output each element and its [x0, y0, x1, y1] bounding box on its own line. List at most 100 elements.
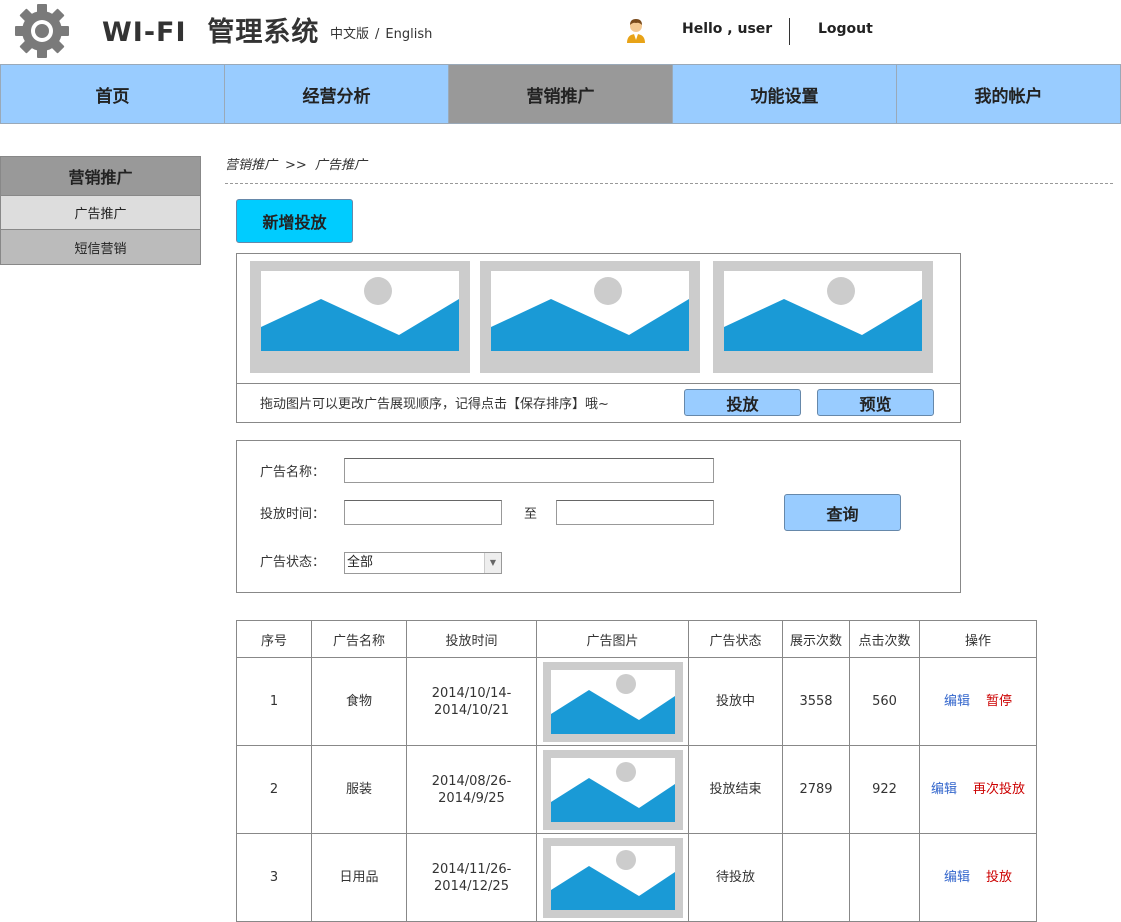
- cell-views: 2789: [782, 745, 850, 834]
- pause-link[interactable]: 暂停: [986, 694, 1012, 709]
- cell-actions: 编辑 投放: [919, 833, 1037, 922]
- edit-link[interactable]: 编辑: [944, 870, 970, 885]
- cell-time: 2014/10/14- 2014/10/21: [406, 657, 537, 746]
- time-to-label: 至: [524, 507, 538, 522]
- chevron-down-icon: ▼: [484, 553, 501, 573]
- breadcrumb-separator: >>: [285, 158, 307, 173]
- republish-link[interactable]: 再次投放: [973, 782, 1025, 797]
- ad-image-thumb[interactable]: [250, 261, 470, 373]
- nav-item-analysis[interactable]: 经营分析: [225, 65, 449, 123]
- col-header: 展示次数: [782, 620, 850, 658]
- ad-image: [542, 837, 683, 918]
- cell-clicks: 560: [849, 657, 920, 746]
- gear-logo-icon: [15, 4, 69, 58]
- table-row: 1 食物 2014/10/14- 2014/10/21 投放中 3558 560 …: [236, 657, 1037, 746]
- cell-time: 2014/08/26- 2014/9/25: [406, 745, 537, 834]
- publish-button[interactable]: 投放: [684, 389, 801, 416]
- query-button[interactable]: 查询: [784, 494, 901, 531]
- nav-item-marketing[interactable]: 营销推广: [449, 65, 673, 123]
- cell-image: [536, 657, 689, 746]
- breadcrumb-parent[interactable]: 营销推广: [225, 158, 277, 173]
- breadcrumb: 营销推广 >> 广告推广: [225, 154, 367, 173]
- ad-image: [542, 661, 683, 742]
- cell-actions: 编辑 暂停: [919, 657, 1037, 746]
- cell-views: [782, 833, 850, 922]
- nav-item-label: 经营分析: [302, 86, 371, 107]
- sidebar: 营销推广 广告推广 短信营销: [0, 156, 201, 265]
- ad-name-input[interactable]: [344, 458, 714, 483]
- image-placeholder-icon: [491, 271, 689, 351]
- cell-clicks: [849, 833, 920, 922]
- user-greeting: Hello , user: [682, 21, 773, 37]
- time-end: 2014/9/25: [438, 790, 505, 806]
- nav-item-label: 首页: [95, 86, 130, 107]
- language-switcher: 中文版 / English: [330, 23, 432, 42]
- nav-item-home[interactable]: 首页: [1, 65, 225, 123]
- cell-name: 食物: [311, 657, 407, 746]
- header: WI-FI 管理系统 中文版 / English Hello , user Logo…: [0, 0, 1121, 64]
- cell-status: 投放中: [688, 657, 783, 746]
- header-divider: [789, 18, 790, 45]
- table-header-row: 序号 广告名称 投放时间 广告图片 广告状态 展示次数 点击次数 操作: [236, 620, 1037, 658]
- cell-no: 2: [236, 745, 312, 834]
- ad-image-panel: 拖动图片可以更改广告展现顺序，记得点击【保存排序】哦~ 投放 预览: [236, 253, 961, 423]
- image-placeholder-icon: [550, 845, 675, 910]
- cell-name: 日用品: [311, 833, 407, 922]
- table-row: 3 日用品 2014/11/26- 2014/12/25 待投放 编辑 投放: [236, 833, 1037, 922]
- time-label: 投放时间：: [260, 507, 326, 522]
- lang-english-link[interactable]: English: [385, 27, 432, 42]
- ad-image: [542, 749, 683, 830]
- sidebar-item-label: 广告推广: [74, 207, 127, 222]
- time-start: 2014/10/14-: [431, 685, 512, 701]
- lang-chinese-link[interactable]: 中文版: [330, 27, 369, 42]
- ad-name-label: 广告名称：: [260, 465, 326, 480]
- col-header: 广告名称: [311, 620, 407, 658]
- cell-clicks: 922: [849, 745, 920, 834]
- col-header: 广告状态: [688, 620, 783, 658]
- breadcrumb-current: 广告推广: [314, 158, 367, 173]
- cell-status: 待投放: [688, 833, 783, 922]
- ad-table: 序号 广告名称 投放时间 广告图片 广告状态 展示次数 点击次数 操作 1 食物…: [236, 620, 1037, 922]
- status-select-value: 全部: [347, 555, 374, 570]
- cell-image: [536, 833, 689, 922]
- image-placeholder-icon: [550, 669, 675, 734]
- panel-divider: [237, 383, 960, 384]
- user-avatar-icon: [627, 19, 645, 43]
- nav-item-account[interactable]: 我的帐户: [897, 65, 1120, 123]
- main-nav: 首页 经营分析 营销推广 功能设置 我的帐户: [0, 64, 1121, 124]
- image-placeholder-icon: [724, 271, 922, 351]
- app-title: WI-FI 管理系统: [102, 17, 320, 48]
- cell-actions: 编辑 再次投放: [919, 745, 1037, 834]
- image-placeholder-icon: [550, 757, 675, 822]
- preview-button[interactable]: 预览: [817, 389, 934, 416]
- logout-link[interactable]: Logout: [818, 21, 873, 37]
- time-to-input[interactable]: [556, 500, 714, 525]
- nav-item-settings[interactable]: 功能设置: [673, 65, 897, 123]
- add-placement-button[interactable]: 新增投放: [236, 199, 353, 243]
- cell-name: 服装: [311, 745, 407, 834]
- time-end: 2014/12/25: [434, 878, 509, 894]
- ad-image-thumb[interactable]: [480, 261, 700, 373]
- col-header: 投放时间: [406, 620, 537, 658]
- sidebar-item-ad-promotion[interactable]: 广告推广: [1, 196, 200, 230]
- search-panel: 广告名称： 投放时间： 至 广告状态： 全部 ▼ 查询: [236, 440, 961, 593]
- lang-separator: /: [375, 27, 380, 42]
- nav-item-label: 营销推广: [526, 86, 595, 107]
- status-select[interactable]: 全部 ▼: [344, 552, 502, 574]
- cell-no: 3: [236, 833, 312, 922]
- cell-time: 2014/11/26- 2014/12/25: [406, 833, 537, 922]
- col-header: 广告图片: [536, 620, 689, 658]
- nav-item-label: 功能设置: [750, 86, 819, 107]
- breadcrumb-divider: [225, 183, 1113, 184]
- edit-link[interactable]: 编辑: [944, 694, 970, 709]
- ad-image-thumb[interactable]: [713, 261, 933, 373]
- time-from-input[interactable]: [344, 500, 502, 525]
- time-end: 2014/10/21: [434, 702, 509, 718]
- publish-link[interactable]: 投放: [986, 870, 1012, 885]
- cell-views: 3558: [782, 657, 850, 746]
- sidebar-item-sms-marketing[interactable]: 短信营销: [1, 230, 200, 264]
- nav-item-label: 我的帐户: [974, 86, 1043, 107]
- time-start: 2014/11/26-: [431, 861, 512, 877]
- edit-link[interactable]: 编辑: [931, 782, 957, 797]
- table-row: 2 服装 2014/08/26- 2014/9/25 投放结束 2789 922 …: [236, 745, 1037, 834]
